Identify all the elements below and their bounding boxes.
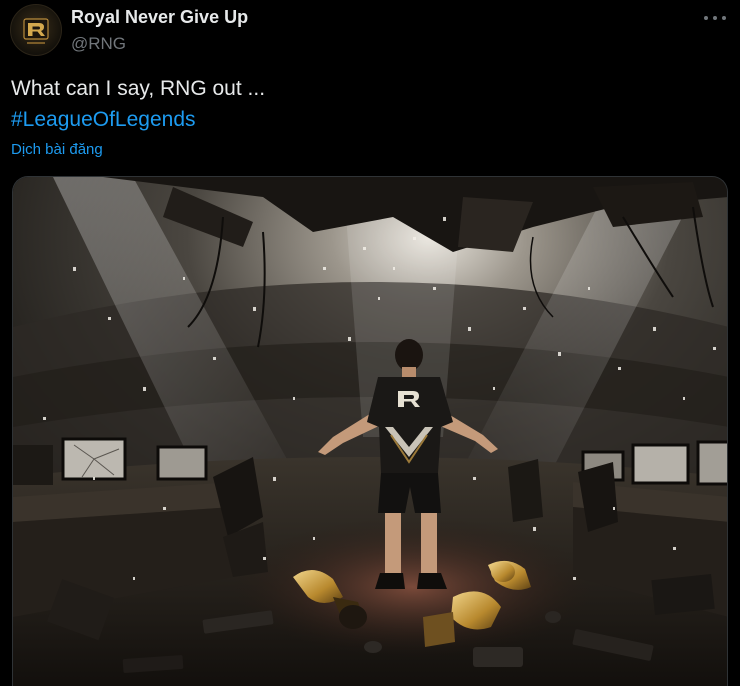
translate-post-link[interactable]: Dịch bài đăng [11, 141, 103, 158]
arena-photo [13, 177, 727, 686]
tweet-media-image[interactable] [12, 176, 728, 686]
author-avatar[interactable] [10, 4, 62, 56]
rng-logo-icon [23, 18, 49, 44]
author-name[interactable]: Royal Never Give Up [71, 7, 248, 28]
hashtag-link[interactable]: #LeagueOfLegends [11, 108, 196, 132]
author-handle[interactable]: @RNG [71, 34, 126, 54]
more-horizontal-icon [704, 16, 726, 20]
tweet[interactable]: Royal Never Give Up @RNG What can I say,… [0, 0, 740, 686]
tweet-text: What can I say, RNG out ... [11, 77, 266, 100]
more-options-button[interactable] [700, 6, 730, 30]
